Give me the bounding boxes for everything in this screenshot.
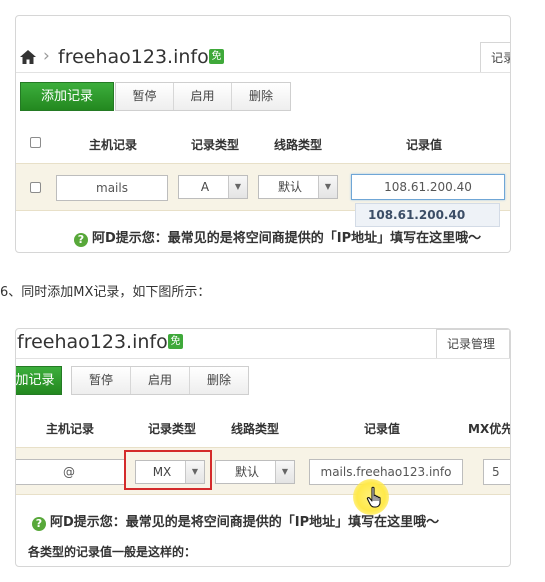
hint-text-content: 阿D提示您：最常见的是将空间商提供的「IP地址」填写在这里哦～ [92, 231, 482, 246]
header-mx-priority: MX优先 [468, 422, 511, 436]
select-all-checkbox[interactable] [30, 137, 41, 148]
enable-button[interactable]: 启用 [131, 367, 190, 394]
home-icon[interactable] [19, 48, 37, 66]
dropdown-arrow-icon: ▼ [228, 176, 247, 198]
tab-record-management-label: 记录管理 [447, 337, 496, 351]
line-type-select[interactable]: 默认 ▼ [215, 460, 295, 484]
question-icon: ? [32, 517, 46, 531]
domain-title: freehao123.info [58, 46, 209, 68]
host-input[interactable]: @ [16, 459, 126, 485]
header-value: 记录值 [406, 138, 443, 152]
delete-button[interactable]: 删除 [190, 367, 248, 394]
header-type: 记录类型 [191, 138, 240, 152]
header-divider [16, 72, 510, 73]
dropdown-arrow-icon: ▼ [275, 461, 294, 483]
pause-button[interactable]: 暂停 [72, 367, 131, 394]
header-host: 主机记录 [46, 422, 95, 436]
action-button-group: 暂停 启用 删除 [115, 82, 291, 111]
highlight-box [124, 450, 212, 490]
question-icon: ? [74, 233, 88, 247]
hint-text: ? 阿D提示您：最常见的是将空间商提供的「IP地址」填写在这里哦～ [74, 227, 481, 247]
row-checkbox[interactable] [30, 182, 41, 193]
record-value-input[interactable]: mails.freehao123.info [309, 459, 463, 485]
header-line: 线路类型 [274, 138, 323, 152]
dns-panel-bottom: freehao123.info 免 记录管理 加记录 暂停 启用 删除 主机记录… [15, 328, 511, 567]
hint-text-content: 阿D提示您：最常见的是将空间商提供的「IP地址」填写在这里哦～ [50, 515, 440, 530]
dns-panel-top: › freehao123.info 免 记录 添加记录 暂停 启用 删除 主机记… [15, 15, 511, 253]
dropdown-arrow-icon: ▼ [318, 176, 337, 198]
free-badge: 免 [209, 49, 224, 64]
header-host: 主机记录 [89, 138, 138, 152]
domain-title: freehao123.info [17, 331, 168, 353]
add-record-button[interactable]: 添加记录 [20, 82, 114, 111]
record-value-input[interactable]: 108.61.200.40 [351, 174, 505, 200]
record-type-value: A [200, 180, 210, 194]
host-input[interactable]: mails [56, 175, 168, 201]
action-button-group: 暂停 启用 删除 [71, 366, 249, 395]
tab-records-label: 记录 [491, 51, 510, 65]
line-type-value: 默认 [234, 465, 259, 479]
autocomplete-suggestion[interactable]: 108.61.200.40 [355, 203, 500, 227]
footer-text: 各类型的记录值一般是这样的： [28, 545, 197, 559]
header-line: 线路类型 [231, 422, 280, 436]
add-record-button[interactable]: 加记录 [16, 366, 62, 395]
tab-record-management[interactable]: 记录管理 [436, 329, 510, 359]
free-badge: 免 [168, 334, 183, 349]
header-value: 记录值 [364, 422, 401, 436]
tab-records[interactable]: 记录 [480, 42, 510, 73]
header-type: 记录类型 [148, 422, 197, 436]
record-type-select[interactable]: A ▼ [178, 175, 248, 199]
step-caption: 6、同时添加MX记录，如下图所示： [0, 285, 211, 300]
hand-cursor-icon [366, 486, 386, 508]
enable-button[interactable]: 启用 [174, 83, 232, 110]
delete-button[interactable]: 删除 [232, 83, 290, 110]
line-type-value: 默认 [277, 180, 302, 194]
line-type-select[interactable]: 默认 ▼ [258, 175, 338, 199]
mx-priority-input[interactable]: 5 [483, 459, 510, 485]
hint-text: ? 阿D提示您：最常见的是将空间商提供的「IP地址」填写在这里哦～ [32, 511, 439, 531]
breadcrumb-separator: › [43, 46, 50, 66]
header-divider [16, 358, 510, 359]
pause-button[interactable]: 暂停 [116, 83, 174, 110]
